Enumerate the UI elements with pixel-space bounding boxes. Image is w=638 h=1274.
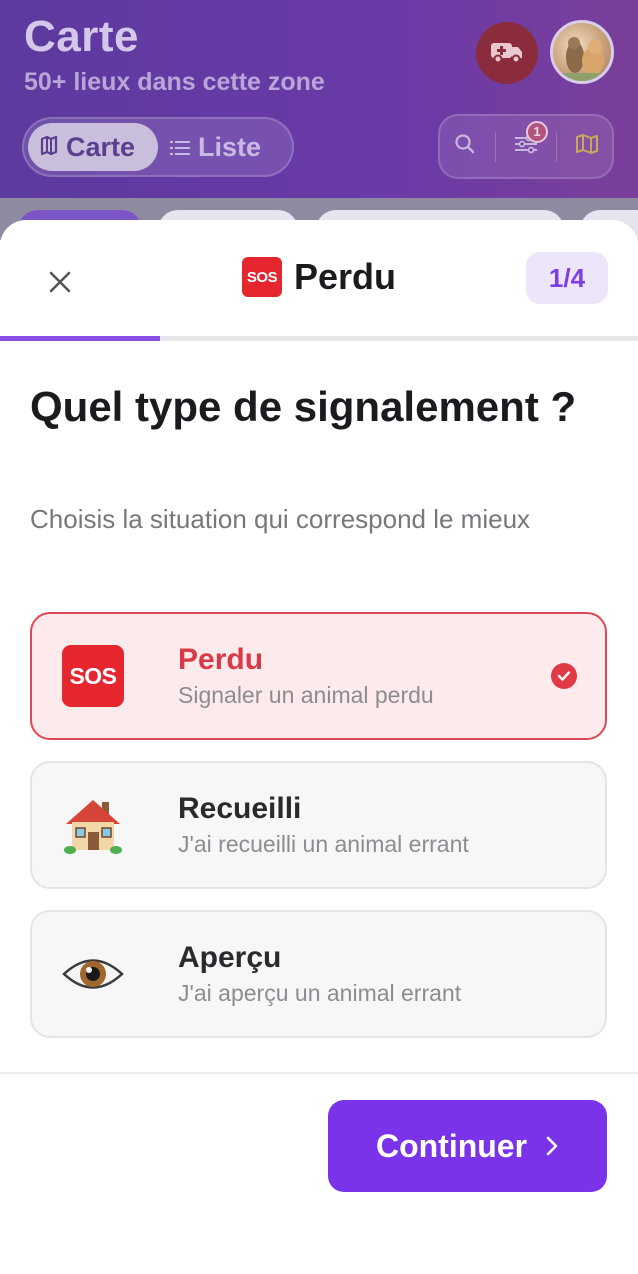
map-fold-icon [40, 132, 58, 163]
option-subtitle: J'ai recueilli un animal errant [178, 831, 469, 857]
option-title: Perdu [178, 643, 264, 676]
step-indicator: 1/4 [526, 252, 608, 304]
option-subtitle: J'ai aperçu un animal errant [178, 980, 462, 1006]
option-perdu[interactable]: SOS Perdu Signaler un animal perdu [30, 612, 607, 740]
check-icon [551, 663, 577, 689]
chevron-right-icon [545, 1128, 559, 1165]
option-recueilli[interactable]: Recueilli J'ai recueilli un animal erran… [30, 761, 607, 889]
tab-list-label: Liste [198, 131, 262, 162]
avatar[interactable] [550, 20, 614, 84]
tab-list[interactable]: Liste [158, 123, 273, 171]
tab-map-label: Carte [66, 131, 136, 162]
option-text: Recueilli J'ai recueilli un animal erran… [178, 791, 469, 859]
option-text: Aperçu J'ai aperçu un animal errant [178, 940, 461, 1008]
eye-icon [62, 943, 124, 1005]
map-layers-button[interactable] [567, 127, 607, 167]
option-title: Recueilli [178, 792, 302, 825]
emergency-button[interactable] [476, 22, 538, 84]
continue-button[interactable]: Continuer [328, 1100, 607, 1192]
header-title: Carte [24, 12, 139, 61]
filter-button[interactable]: 1 [506, 120, 548, 167]
question-helper: Choisis la situation qui correspond le m… [30, 504, 531, 534]
sheet-header: SOS Perdu 1/4 [0, 220, 638, 336]
search-icon [454, 133, 476, 160]
tool-divider [495, 131, 496, 162]
progress-fill [0, 336, 160, 341]
progress-bar [0, 336, 638, 341]
tab-map[interactable]: Carte [28, 123, 158, 171]
option-subtitle: Signaler un animal perdu [178, 682, 434, 708]
sheet-title-text: Perdu [293, 256, 397, 297]
continue-label: Continuer [375, 1127, 528, 1164]
tool-divider [556, 131, 557, 162]
header-subtitle: 50+ lieux dans cette zone [24, 68, 325, 96]
footer-divider [0, 1072, 638, 1074]
list-icon [170, 132, 190, 163]
sos-badge: SOS [62, 645, 124, 707]
view-toggle: Carte Liste [22, 117, 294, 177]
option-text: Perdu Signaler un animal perdu [178, 642, 434, 710]
map-tools: 1 [438, 114, 614, 179]
option-title: Aperçu [178, 941, 282, 974]
map-icon [575, 133, 599, 160]
question-heading: Quel type de signalement ? [30, 383, 577, 430]
option-apercu[interactable]: Aperçu J'ai aperçu un animal errant [30, 910, 607, 1038]
report-sheet: SOS Perdu 1/4 Quel type de signalement ?… [0, 220, 638, 1274]
sos-icon: SOS [241, 257, 282, 297]
ambulance-icon [490, 38, 524, 69]
house-icon [62, 794, 124, 856]
filter-count-badge: 1 [526, 120, 548, 143]
search-button[interactable] [445, 127, 485, 167]
sos-icon: SOS [62, 645, 124, 707]
